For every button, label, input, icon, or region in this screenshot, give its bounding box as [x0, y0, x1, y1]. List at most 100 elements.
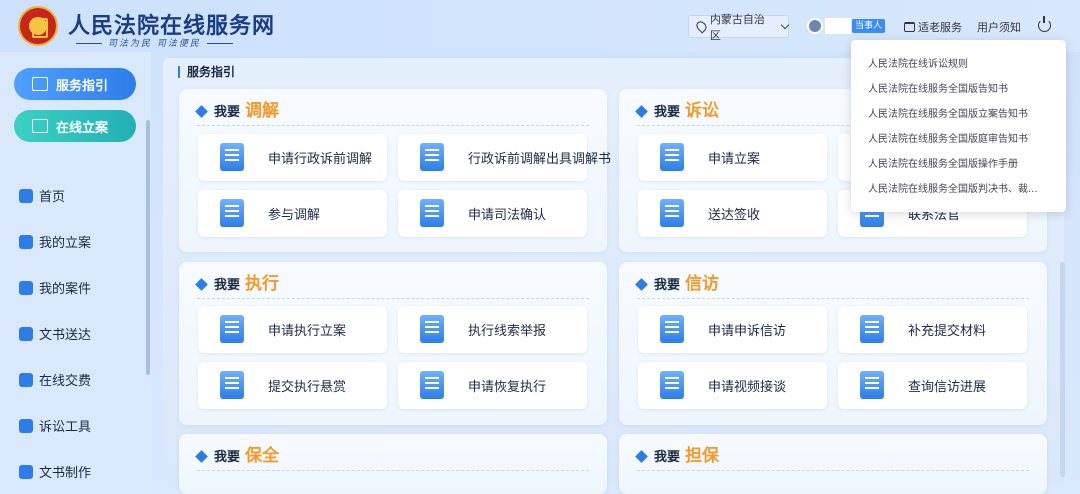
- service-label: 查询信访进展: [908, 380, 987, 395]
- service-tile[interactable]: 补充提交材料: [838, 306, 1027, 353]
- service-tile[interactable]: 送达签收: [638, 190, 827, 237]
- dropdown-item[interactable]: 人民法院在线服务全国版判决书、裁...: [851, 177, 1066, 202]
- service-tile[interactable]: 执行线索举报: [398, 306, 587, 353]
- divider: [637, 298, 1029, 299]
- card-title-keyword: 诉讼: [685, 101, 720, 121]
- sidebar-item-label: 在线交费: [39, 374, 92, 389]
- sidebar-item-doc-delivery[interactable]: 文书送达: [19, 324, 91, 343]
- service-label: 申请行政诉前调解: [268, 152, 373, 167]
- shirt-icon: [904, 22, 915, 32]
- sidebar-item-label: 首页: [39, 190, 66, 205]
- diamond-icon: [195, 105, 208, 118]
- dropdown-item[interactable]: 人民法院在线诉讼规则: [851, 52, 1066, 77]
- sidebar-item-label: 诉讼工具: [39, 420, 92, 435]
- site-slogan: 司法为民 司法便民: [70, 36, 239, 49]
- service-tile[interactable]: 申请司法确认: [398, 190, 587, 237]
- service-tile[interactable]: 申请视频接谈: [638, 362, 827, 409]
- payment-icon: [19, 372, 33, 387]
- calendar-icon: [420, 314, 448, 345]
- dropdown-item[interactable]: 人民法院在线服务全国版立案告知书: [851, 102, 1066, 127]
- region-selector[interactable]: 内蒙古自治区: [688, 13, 790, 42]
- service-tile[interactable]: 申请立案: [638, 134, 827, 181]
- elder-mode-button[interactable]: 适老服务: [904, 19, 962, 35]
- sidebar-scrollbar[interactable]: [146, 120, 150, 375]
- divider: [197, 470, 589, 471]
- service-label: 补充提交材料: [908, 324, 987, 339]
- edit-icon: [32, 119, 48, 133]
- card-title-prefix: 我要: [654, 278, 681, 293]
- divider: [637, 470, 1029, 471]
- sidebar-item-payment[interactable]: 在线交费: [19, 370, 91, 389]
- sidebar-item-tools[interactable]: 诉讼工具: [19, 416, 91, 435]
- card-title-keyword: 执行: [245, 274, 280, 294]
- service-label: 申请视频接谈: [708, 380, 787, 395]
- grid-icon: [19, 418, 33, 433]
- filing-icon: [19, 234, 33, 249]
- card-title: 我要 担保: [635, 441, 719, 466]
- diamond-icon: [195, 450, 208, 463]
- service-label: 送达签收: [708, 208, 761, 223]
- card-title-prefix: 我要: [214, 278, 241, 293]
- divider: [197, 125, 589, 126]
- diamond-icon: [635, 450, 648, 463]
- card-petition: 我要 信访 申请申诉信访 补充提交材料 申请视频接谈 查询信访进展: [619, 262, 1047, 425]
- role-badge: 当事人: [852, 19, 885, 33]
- service-tile[interactable]: 申请执行立案: [198, 306, 387, 353]
- home-icon: [19, 188, 33, 203]
- card-mediation: 我要 调解 申请行政诉前调解 行政诉前调解出具调解书 参与调解 申请司法确认: [179, 89, 611, 252]
- service-label: 申请申诉信访: [708, 324, 787, 339]
- card-title: 我要 保全: [195, 441, 279, 466]
- service-guide-label: 服务指引: [56, 78, 109, 94]
- divider: [197, 298, 589, 299]
- document-icon: [660, 142, 688, 173]
- sidebar-item-label: 文书制作: [39, 466, 92, 481]
- document-icon: [220, 142, 248, 173]
- card-title: 我要 信访: [635, 269, 719, 294]
- service-tile[interactable]: 申请恢复执行: [398, 362, 587, 409]
- reward-icon: [220, 370, 248, 401]
- service-tile[interactable]: 申请申诉信访: [638, 306, 827, 353]
- sidebar-item-my-filings[interactable]: 我的立案: [19, 232, 91, 251]
- service-tile[interactable]: 行政诉前调解出具调解书: [398, 134, 611, 181]
- sidebar-item-label: 我的立案: [39, 236, 92, 251]
- service-label: 申请立案: [708, 152, 761, 167]
- service-label: 执行线索举报: [468, 324, 547, 339]
- main-scrollbar[interactable]: [1060, 262, 1065, 477]
- document-icon: [420, 142, 448, 173]
- sidebar-item-home[interactable]: 首页: [19, 186, 65, 205]
- card-title-prefix: 我要: [214, 105, 241, 120]
- folder-icon: [220, 314, 248, 345]
- user-notice-link[interactable]: 用户须知: [977, 19, 1021, 35]
- service-guide-button[interactable]: 服务指引: [14, 68, 136, 100]
- user-avatar[interactable]: [807, 18, 823, 34]
- service-label: 申请司法确认: [468, 208, 547, 223]
- online-filing-button[interactable]: 在线立案: [14, 110, 136, 142]
- service-label: 申请执行立案: [268, 324, 347, 339]
- service-tile[interactable]: 申请行政诉前调解: [198, 134, 387, 181]
- power-icon[interactable]: [1038, 16, 1051, 32]
- breadcrumb: 服务指引: [178, 66, 235, 78]
- video-icon: [660, 370, 688, 401]
- sidebar-item-doc-make[interactable]: 文书制作: [19, 462, 91, 481]
- petition-icon: [660, 314, 688, 345]
- clipboard-icon: [19, 280, 33, 295]
- service-tile[interactable]: 查询信访进展: [838, 362, 1027, 409]
- card-title-prefix: 我要: [654, 105, 681, 120]
- diamond-icon: [635, 278, 648, 291]
- sidebar: 服务指引 在线立案 首页 我的立案 我的案件 文书送达 在线交费 诉讼工具 文书…: [0, 52, 151, 494]
- restore-icon: [420, 370, 448, 401]
- card-title: 我要 诉讼: [635, 96, 720, 121]
- dropdown-item[interactable]: 人民法院在线服务全国版庭审告知书: [851, 127, 1066, 152]
- sidebar-item-my-cases[interactable]: 我的案件: [19, 278, 91, 297]
- service-tile[interactable]: 参与调解: [198, 190, 387, 237]
- card-title-prefix: 我要: [214, 450, 241, 465]
- sidebar-item-label: 我的案件: [39, 282, 92, 297]
- user-name-redacted[interactable]: [825, 18, 851, 34]
- dropdown-item[interactable]: 人民法院在线服务全国版告知书: [851, 77, 1066, 102]
- card-guarantee: 我要 担保: [619, 434, 1047, 494]
- inbox-icon: [660, 198, 688, 229]
- search-doc-icon: [860, 370, 888, 401]
- card-title: 我要 执行: [195, 269, 280, 294]
- service-tile[interactable]: 提交执行悬赏: [198, 362, 387, 409]
- dropdown-item[interactable]: 人民法院在线服务全国版操作手册: [851, 152, 1066, 177]
